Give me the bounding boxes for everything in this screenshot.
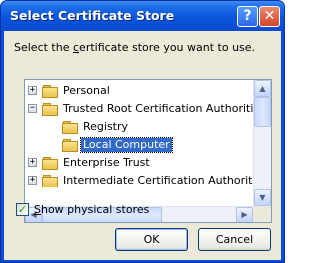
instruction-text-end: ertificate store you want to use.	[79, 41, 256, 54]
scroll-up-icon[interactable]: ▲	[254, 80, 271, 97]
dialog-body: Select the certificate store you want to…	[4, 31, 281, 260]
close-button[interactable]: ✕	[259, 6, 280, 27]
folder-open-icon	[42, 103, 58, 116]
tree-item-label: Enterprise Trust	[63, 156, 150, 169]
folder-icon	[62, 121, 78, 134]
tree-item-label: Registry	[83, 120, 129, 133]
tree-item-label: Local Computer	[80, 137, 173, 153]
cancel-button[interactable]: Cancel	[198, 228, 271, 251]
instruction-text: Select the certificate store you want to…	[14, 41, 255, 54]
folder-icon	[42, 175, 58, 187]
dialog-window: Select Certificate Store ? ✕ Select the …	[0, 0, 285, 263]
expand-icon[interactable]: +	[28, 176, 37, 185]
tree-item-enterprise-trust[interactable]: + Enterprise Trust	[25, 154, 253, 172]
tree-item-label: Intermediate Certification Authorities	[63, 174, 253, 187]
tree-item-label: Trusted Root Certification Authorities	[63, 102, 266, 115]
window-title: Select Certificate Store	[10, 8, 175, 23]
label-text: how physical stores	[40, 203, 150, 216]
tree-item-registry[interactable]: Registry	[25, 118, 253, 136]
collapse-icon[interactable]: −	[28, 104, 37, 113]
show-physical-stores-checkbox[interactable]: ✓	[16, 203, 29, 216]
tree-item-personal[interactable]: + Personal	[25, 82, 253, 100]
certificate-store-tree[interactable]: + Personal − Trusted Root Certification …	[24, 79, 272, 223]
scroll-corner	[253, 206, 271, 222]
expand-icon[interactable]: +	[28, 158, 37, 167]
folder-icon	[62, 139, 78, 152]
help-button[interactable]: ?	[237, 6, 258, 27]
tree-item-local-computer[interactable]: Local Computer	[25, 136, 253, 154]
folder-icon	[42, 157, 58, 170]
tree-item-intermediate[interactable]: + Intermediate Certification Authorities	[25, 172, 253, 187]
show-physical-stores-label[interactable]: Show physical stores	[34, 203, 149, 216]
access-key: S	[34, 203, 41, 216]
ok-button[interactable]: OK	[115, 228, 188, 251]
title-bar[interactable]: Select Certificate Store ? ✕	[1, 1, 284, 31]
instruction-text-start: Select the	[14, 41, 73, 54]
vertical-scrollbar[interactable]: ▲ ▼	[253, 80, 271, 206]
expand-icon[interactable]: +	[28, 86, 37, 95]
scroll-right-icon[interactable]: ▶	[236, 207, 253, 222]
scroll-down-icon[interactable]: ▼	[254, 189, 271, 206]
tree-item-label: Personal	[63, 84, 110, 97]
folder-icon	[42, 85, 58, 98]
scroll-thumb[interactable]	[254, 97, 271, 127]
tree-item-trusted-root[interactable]: − Trusted Root Certification Authorities	[25, 100, 266, 118]
